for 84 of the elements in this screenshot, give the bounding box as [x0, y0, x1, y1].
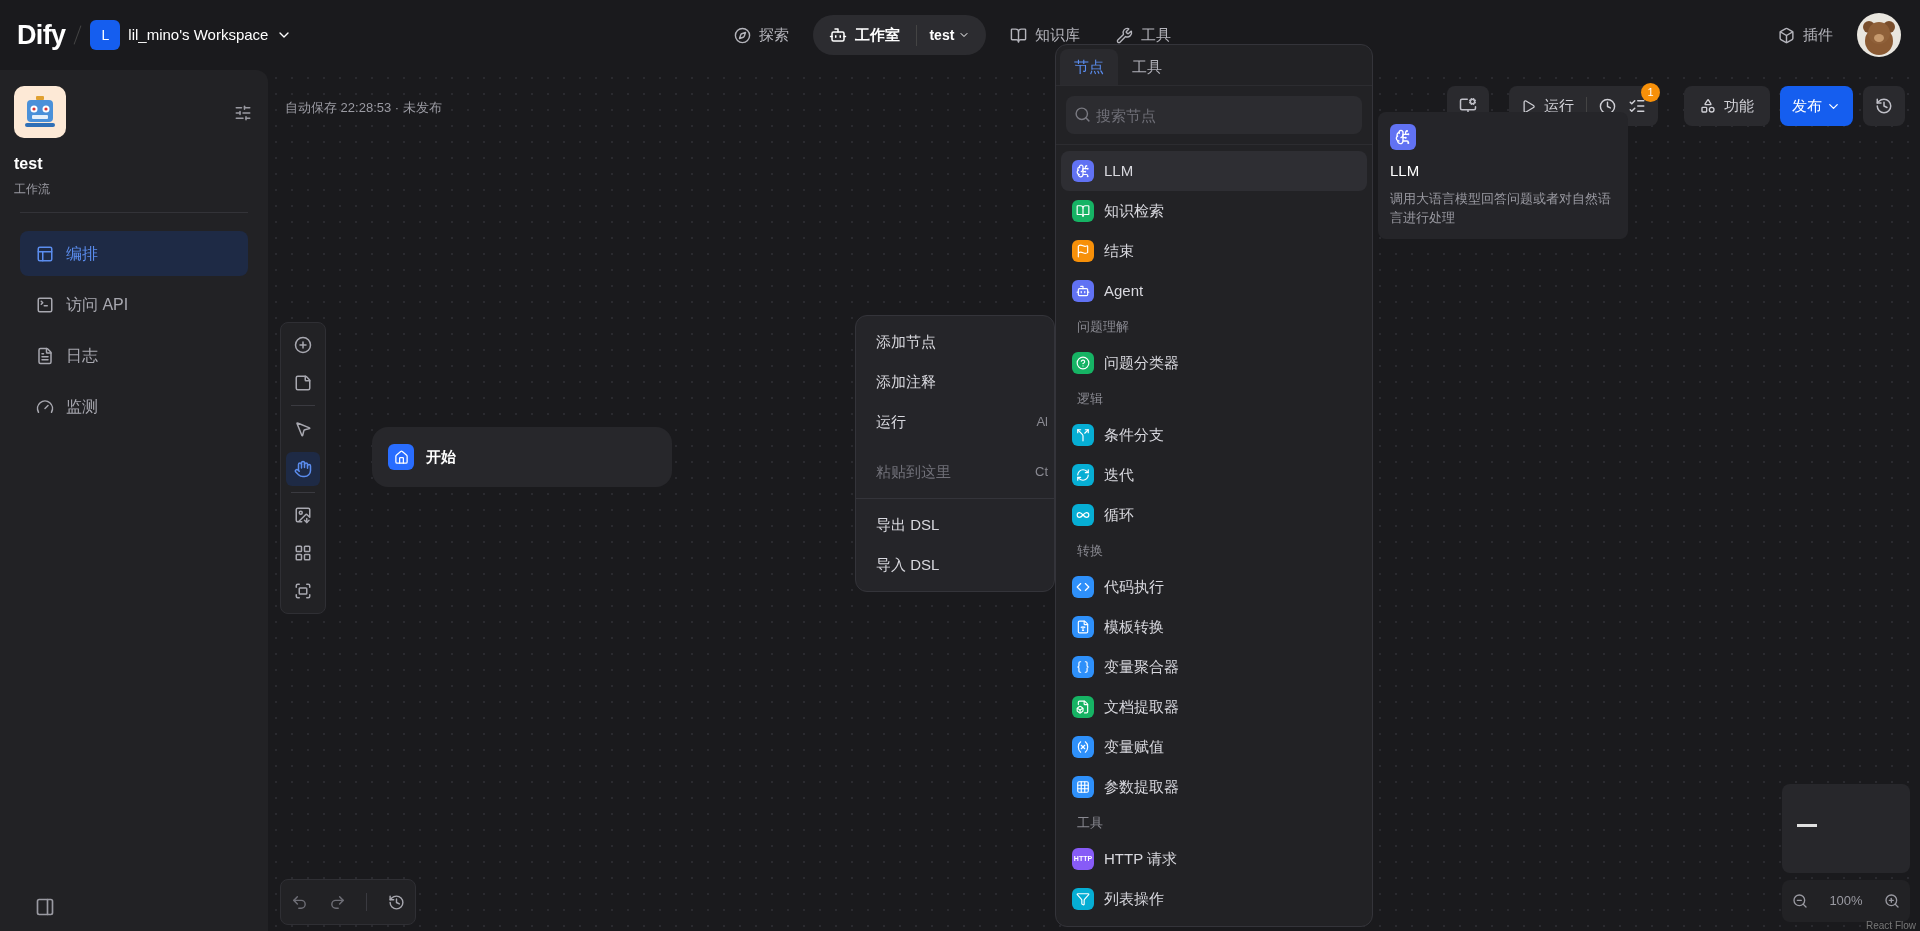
menu-item[interactable]: 添加节点	[856, 322, 1054, 362]
node-item[interactable]: 知识检索	[1061, 191, 1367, 231]
count-badge: 1	[1641, 83, 1660, 102]
menu-item[interactable]: 导出 DSL	[856, 505, 1054, 545]
sidebar-item[interactable]: 监测	[20, 384, 248, 429]
menu-icon	[36, 346, 54, 365]
menu-item[interactable]: 添加注释	[856, 362, 1054, 402]
node-item[interactable]: 问题分类器	[1061, 343, 1367, 383]
node-item[interactable]: 迭代	[1061, 455, 1367, 495]
add-icon[interactable]	[294, 336, 312, 354]
robot-icon	[14, 86, 66, 138]
zoom-level[interactable]: 100%	[1829, 891, 1863, 911]
menu-icon	[36, 397, 54, 416]
menu-icon	[36, 244, 54, 263]
node-item[interactable]: 列表操作	[1061, 879, 1367, 919]
start-node[interactable]: 开始	[372, 427, 672, 487]
app-type: 工作流	[14, 181, 51, 198]
cube-icon	[1778, 26, 1795, 44]
group-label: 问题理解	[1076, 318, 1130, 337]
nav-icon	[734, 26, 752, 44]
plugins-button[interactable]: 插件	[1778, 23, 1833, 47]
group-label: 转换	[1076, 542, 1104, 561]
checklist-icon[interactable]	[1628, 97, 1646, 115]
node-item[interactable]: 结束	[1061, 231, 1367, 271]
tooltip-description: 调用大语言模型回答问题或者对自然语言进行处理	[1390, 189, 1612, 227]
menu-icon	[36, 295, 54, 314]
shortcut-text: Al	[1036, 413, 1048, 432]
search-field[interactable]: 搜索节点	[1066, 96, 1362, 134]
node-item[interactable]: 代码执行	[1061, 567, 1367, 607]
note-icon[interactable]	[294, 374, 312, 392]
node-item[interactable]: Agent	[1061, 271, 1367, 311]
clock-icon[interactable]	[1599, 97, 1616, 115]
workspace-avatar: L	[90, 20, 121, 50]
redo-icon[interactable]	[328, 893, 346, 911]
autosave-status: 自动保存 22:28:53 · 未发布	[285, 99, 442, 117]
workspace-switcher[interactable]: L lil_mino's Workspace	[90, 20, 293, 50]
robot-icon	[829, 26, 848, 44]
sidebar-item[interactable]: 编排	[20, 231, 248, 276]
attribution-link[interactable]: React Flow	[1866, 918, 1916, 931]
panel-toggle-icon[interactable]	[35, 897, 55, 917]
shortcut-text: Ct	[1035, 463, 1048, 482]
menu-item[interactable]: 导入 DSL	[856, 545, 1054, 585]
play-icon	[1521, 98, 1536, 114]
history-icon[interactable]	[387, 893, 405, 911]
sidebar-item[interactable]: 访问 API	[20, 282, 248, 327]
history-icon	[1875, 97, 1893, 115]
app-name: test	[14, 154, 44, 174]
nav-icon	[1010, 26, 1028, 44]
undo-icon[interactable]	[291, 893, 309, 911]
node-item[interactable]: LLM	[1061, 151, 1367, 191]
search-icon	[1074, 106, 1091, 123]
home-icon	[388, 444, 414, 470]
node-item[interactable]: 文档提取器	[1061, 687, 1367, 727]
node-item[interactable]: 参数提取器	[1061, 767, 1367, 807]
node-item[interactable]: 循环	[1061, 495, 1367, 535]
settings-icon[interactable]	[234, 104, 252, 122]
publish-button[interactable]: 发布	[1780, 86, 1853, 126]
zoom-out-icon[interactable]	[1792, 893, 1808, 909]
node-item[interactable]: 模板转换	[1061, 607, 1367, 647]
node-item[interactable]: 变量赋值	[1061, 727, 1367, 767]
tooltip-title: LLM	[1390, 161, 1421, 181]
logo[interactable]: Dify	[17, 14, 66, 56]
node-title: 开始	[426, 446, 456, 467]
nav-label: 工作室	[855, 24, 901, 45]
node-item[interactable]: 变量聚合器	[1061, 647, 1367, 687]
export-image-icon[interactable]	[294, 506, 312, 524]
shapes-icon	[1700, 98, 1716, 114]
node-item[interactable]: 条件分支	[1061, 415, 1367, 455]
workspace-name: lil_mino's Workspace	[128, 24, 269, 45]
panel-tab[interactable]: 节点	[1060, 49, 1118, 85]
hand-icon[interactable]	[286, 452, 320, 486]
minimap-icon[interactable]	[294, 582, 312, 600]
nav-tab[interactable]: 工作室 test	[813, 15, 987, 55]
menu-item[interactable]: 运行 Al	[856, 402, 1054, 442]
nav-tab[interactable]: 探索	[722, 15, 802, 55]
zoom-in-icon[interactable]	[1884, 893, 1900, 909]
app-switcher[interactable]: test	[916, 24, 971, 46]
layout-icon[interactable]	[294, 544, 312, 562]
group-label: 工具	[1076, 814, 1104, 833]
nav-icon	[1116, 26, 1134, 44]
version-history-button[interactable]	[1863, 86, 1905, 126]
group-label: 逻辑	[1076, 390, 1104, 409]
features-button[interactable]: 功能	[1684, 86, 1770, 126]
sidebar-item[interactable]: 日志	[20, 333, 248, 378]
